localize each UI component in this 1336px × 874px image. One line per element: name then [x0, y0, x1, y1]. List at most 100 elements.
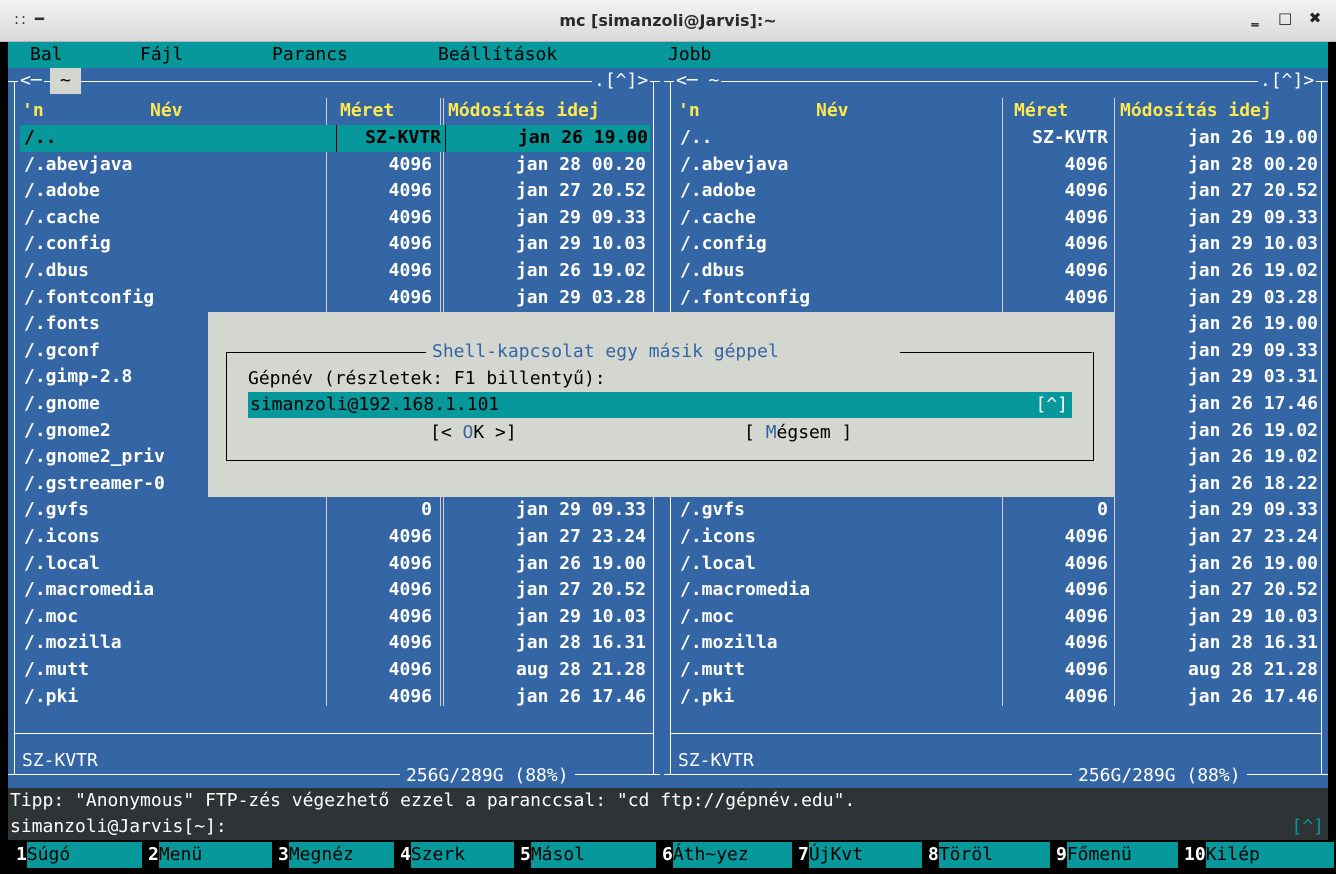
right-col-name[interactable]: Név	[816, 98, 849, 125]
maximize-icon[interactable]: □	[1278, 9, 1292, 27]
ok-button[interactable]: [< OK >]	[430, 420, 517, 446]
file-row[interactable]: /.gvfs 0 jan 29 09.33	[8, 497, 660, 524]
file-mtime: jan 29 10.03	[1187, 233, 1318, 255]
file-mtime: jan 26 18.22	[1187, 472, 1318, 494]
left-col-mtime[interactable]: Módosítás idej	[448, 98, 600, 125]
file-mtime: jan 28 00.20	[515, 153, 646, 175]
file-mtime: jan 28 16.31	[1187, 632, 1318, 654]
fkey-number: 1	[16, 844, 27, 865]
file-size: 4096	[388, 206, 432, 228]
file-row[interactable]: /.icons 4096 jan 27 23.24	[664, 524, 1328, 551]
left-col-size[interactable]: Méret	[340, 98, 394, 125]
file-row[interactable]: /.adobe 4096 jan 27 20.52	[8, 178, 660, 205]
file-name: /.gimp-2.8	[24, 366, 133, 388]
file-row[interactable]: /.mutt 4096 aug 28 21.28	[664, 657, 1328, 684]
right-nav-history[interactable]: .[^]>	[1258, 68, 1317, 94]
fkey-9[interactable]: 9Főmenü	[1056, 842, 1178, 868]
file-size: 4096	[388, 180, 432, 202]
fkey-number: 4	[400, 844, 411, 865]
fkey-7[interactable]: 7ÚjKvt	[798, 842, 922, 868]
file-size: 4096	[388, 153, 432, 175]
file-row[interactable]: /.moc 4096 jan 29 10.03	[664, 604, 1328, 631]
fkey-number: 5	[520, 844, 531, 865]
file-size: 4096	[388, 286, 432, 308]
menu-item-file[interactable]: Fájl	[140, 42, 183, 68]
right-col-mtime[interactable]: Módosítás idej	[1120, 98, 1272, 125]
file-size: 4096	[1064, 552, 1108, 574]
file-row[interactable]: /.pki 4096 jan 26 17.46	[8, 684, 660, 711]
file-row[interactable]: /.mozilla 4096 jan 28 16.31	[8, 630, 660, 657]
fkey-number: 3	[278, 844, 289, 865]
menu-item-left[interactable]: Bal	[30, 42, 63, 68]
file-mtime: jan 26 19.02	[1187, 260, 1318, 281]
fkey-2[interactable]: 2Menü	[148, 842, 272, 868]
command-history-button[interactable]: [^]	[1291, 814, 1324, 840]
file-mtime: jan 29 09.33	[1187, 206, 1318, 228]
file-mtime: jan 29 09.33	[1187, 499, 1318, 521]
minimize-icon[interactable]: ‗	[1248, 9, 1262, 27]
file-name: /.config	[24, 233, 111, 255]
menu-item-options[interactable]: Beállítások	[438, 42, 557, 68]
file-row[interactable]: /.dbus 4096 jan 26 19.02	[8, 258, 660, 285]
file-mtime: jan 26 17.46	[1187, 685, 1318, 707]
file-row[interactable]: /.local 4096 jan 26 19.00	[8, 551, 660, 578]
menu-item-right[interactable]: Jobb	[668, 42, 711, 68]
file-row[interactable]: /.abevjava 4096 jan 28 00.20	[8, 152, 660, 179]
fkey-10[interactable]: 10Kilép	[1184, 842, 1334, 868]
left-path-tag[interactable]: ~	[50, 68, 81, 94]
file-row[interactable]: /.icons 4096 jan 27 23.24	[8, 524, 660, 551]
file-mtime: jan 29 09.33	[515, 499, 646, 521]
file-row[interactable]: /.local 4096 jan 26 19.00	[664, 551, 1328, 578]
left-col-name[interactable]: Név	[150, 98, 183, 125]
selected-file-row[interactable]: /.. SZ-KVTR jan 26 19.00	[20, 125, 650, 152]
file-size: 4096	[1064, 526, 1108, 547]
file-row[interactable]: /.macromedia 4096 jan 27 20.52	[664, 577, 1328, 604]
file-name: /.cache	[680, 206, 756, 228]
fkey-5[interactable]: 5Másol	[520, 842, 656, 868]
fkey-6[interactable]: 6Áth~yez	[662, 842, 792, 868]
fkey-3[interactable]: 3Megnéz	[278, 842, 394, 868]
file-size: 4096	[388, 685, 432, 707]
file-row[interactable]: /.fontconfig 4096 jan 29 03.28	[8, 285, 660, 312]
left-col-sort[interactable]: 'n	[22, 98, 44, 125]
file-name: /.local	[680, 552, 756, 574]
function-key-bar: 1Súgó 2Menü 3Megnéz 4Szerk 5Másol 6Áth~yez 7Új…	[8, 840, 1334, 870]
file-row[interactable]: /.adobe 4096 jan 27 20.52	[664, 178, 1328, 205]
file-row[interactable]: /.. SZ-KVTR jan 26 19.00	[664, 125, 1328, 152]
file-row[interactable]: /.abevjava 4096 jan 28 00.20	[664, 152, 1328, 179]
fkey-8[interactable]: 8Töröl	[928, 842, 1050, 868]
input-history-button[interactable]: [^]	[1035, 392, 1068, 418]
file-name: /.dbus	[24, 260, 90, 281]
right-col-size[interactable]: Méret	[1014, 98, 1068, 125]
file-row[interactable]: /.cache 4096 jan 29 09.33	[664, 205, 1328, 232]
file-row[interactable]: /.mozilla 4096 jan 28 16.31	[664, 630, 1328, 657]
fkey-1[interactable]: 1Súgó	[16, 842, 142, 868]
file-row[interactable]: /.dbus 4096 jan 26 19.02	[664, 258, 1328, 285]
menu-item-command[interactable]: Parancs	[272, 42, 348, 68]
file-row[interactable]: /.config 4096 jan 29 10.03	[664, 231, 1328, 258]
right-col-sort[interactable]: 'n	[678, 98, 700, 125]
cancel-button[interactable]: [ Mégsem ]	[744, 420, 852, 446]
cancel-hotkey: M	[765, 422, 777, 443]
file-row[interactable]: /.macromedia 4096 jan 27 20.52	[8, 577, 660, 604]
file-row[interactable]: /.mutt 4096 aug 28 21.28	[8, 657, 660, 684]
file-row[interactable]: /.moc 4096 jan 29 10.03	[8, 604, 660, 631]
file-name: /.moc	[24, 605, 79, 627]
left-nav-history[interactable]: .[^]>	[592, 68, 651, 94]
file-size: SZ-KVTR	[1032, 127, 1108, 148]
command-line[interactable]: simanzoli@Jarvis[~]: [^]	[8, 814, 1328, 840]
file-row[interactable]: /.gvfs 0 jan 29 09.33	[664, 497, 1328, 524]
file-row[interactable]: /.cache 4096 jan 29 09.33	[8, 205, 660, 232]
tip-line: Tipp: "Anonymous" FTP-zés végezhető ezze…	[8, 788, 1328, 814]
close-icon[interactable]: ✖	[1308, 9, 1322, 27]
file-row[interactable]: /.fontconfig 4096 jan 29 03.28	[664, 285, 1328, 312]
file-size: 4096	[1064, 632, 1108, 654]
fkey-label: ÚjKvt	[808, 842, 922, 868]
hostname-input[interactable]: simanzoli@192.168.1.101 [^]	[248, 392, 1072, 418]
file-row[interactable]: /.pki 4096 jan 26 17.46	[664, 684, 1328, 711]
ok-bracket: [<	[430, 422, 463, 443]
left-nav-back[interactable]: <─	[18, 68, 44, 94]
file-row[interactable]: /.config 4096 jan 29 10.03	[8, 231, 660, 258]
right-nav-back[interactable]: <─ ~	[674, 68, 722, 94]
fkey-4[interactable]: 4Szerk	[400, 842, 514, 868]
